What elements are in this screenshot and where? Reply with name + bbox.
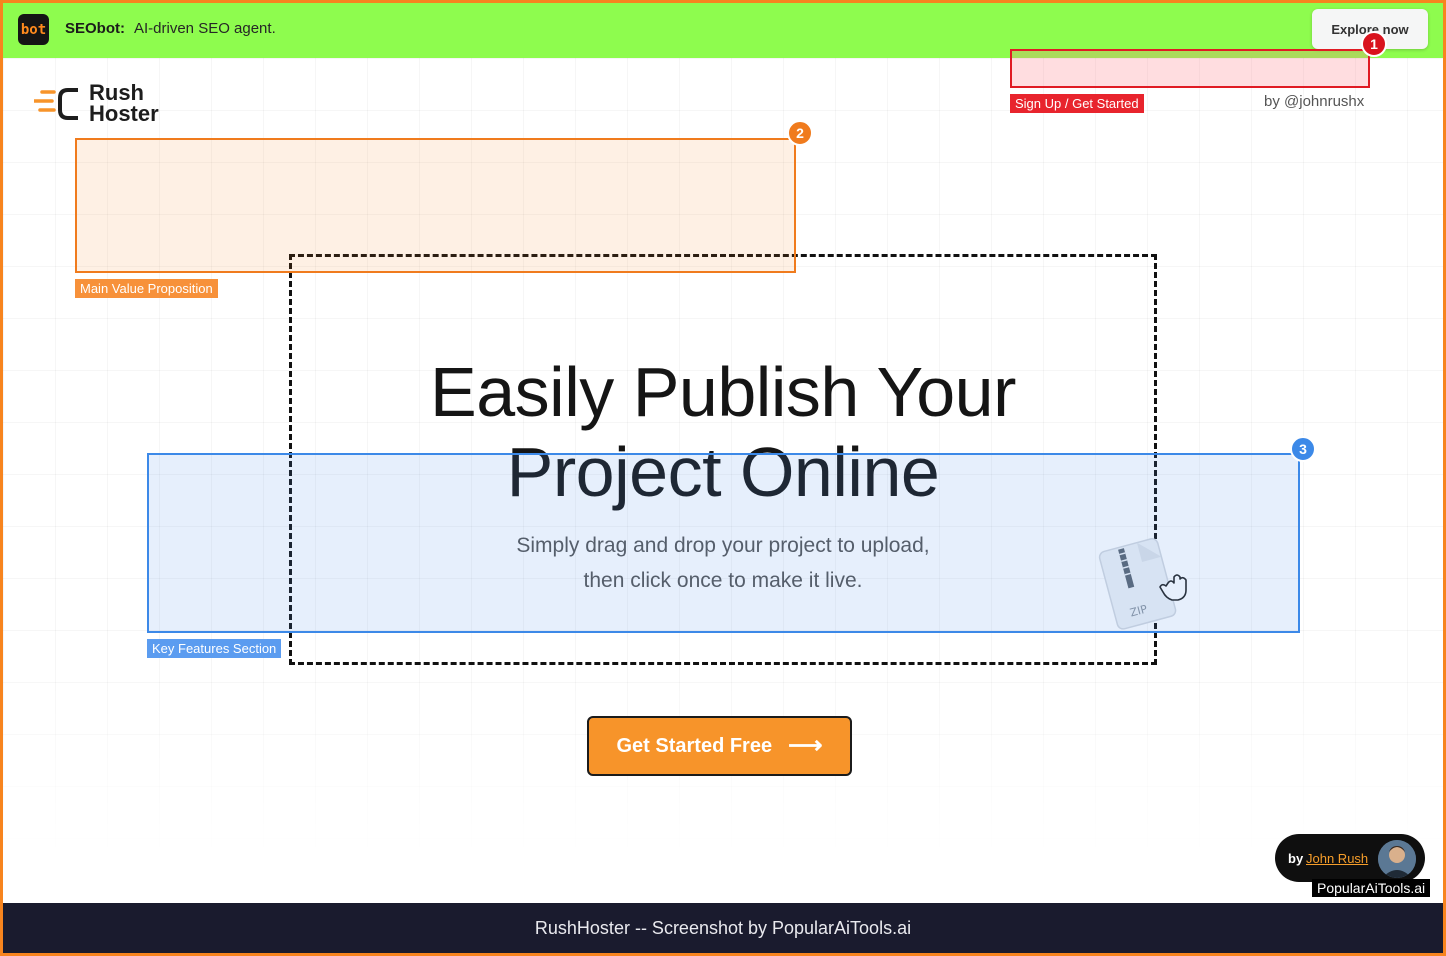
- seobot-logo[interactable]: bot: [18, 14, 49, 45]
- annotation-label-2: Main Value Proposition: [75, 279, 218, 298]
- banner-tagline: AI-driven SEO agent.: [134, 20, 276, 37]
- hero-title-line-1: Easily Publish Your: [430, 353, 1016, 431]
- annotation-badge-2: 2: [787, 120, 813, 146]
- credit-author-link[interactable]: John Rush: [1306, 851, 1368, 866]
- cta-label: Get Started Free: [616, 734, 773, 757]
- credit-by-text: by: [1288, 851, 1304, 866]
- annotation-badge-3: 3: [1290, 436, 1316, 462]
- watermark-label: PopularAiTools.ai: [1312, 879, 1431, 897]
- rush-hoster-logo-icon: [34, 88, 78, 120]
- annotation-badge-1: 1: [1361, 31, 1387, 57]
- logo-line-2: Hoster: [89, 101, 159, 126]
- screenshot-footer: RushHoster -- Screenshot by PopularAiToo…: [3, 903, 1443, 953]
- annotation-box-3: [147, 453, 1300, 633]
- arrow-right-icon: ⟶: [788, 732, 823, 759]
- annotation-label-3: Key Features Section: [147, 639, 282, 658]
- annotation-label-1: Sign Up / Get Started: [1010, 94, 1144, 113]
- logo-line-1: Rush: [89, 80, 144, 105]
- get-started-free-button[interactable]: Get Started Free ⟶: [587, 716, 852, 776]
- annotation-box-1: [1010, 49, 1370, 88]
- logo-wordmark: Rush Hoster: [89, 80, 159, 126]
- banner-brand: SEObot:: [65, 20, 125, 37]
- site-logo[interactable]: Rush Hoster: [34, 82, 174, 126]
- avatar: [1378, 840, 1416, 878]
- annotation-box-2: [75, 138, 796, 273]
- author-byline[interactable]: by @johnrushx: [1264, 93, 1364, 110]
- author-credit-pill[interactable]: by John Rush: [1275, 834, 1425, 882]
